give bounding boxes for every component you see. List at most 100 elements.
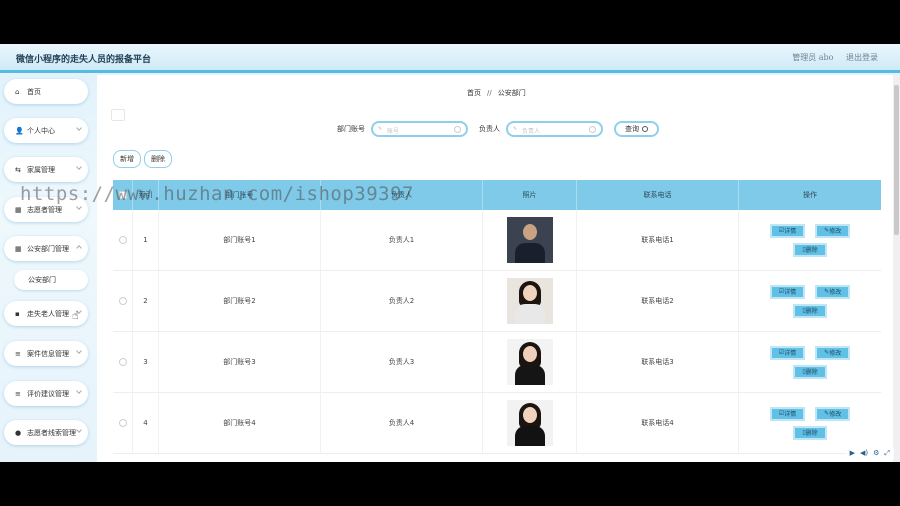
logout-link[interactable]: 退出登录 — [846, 53, 878, 62]
chevron-down-icon — [76, 348, 82, 354]
volume-icon[interactable]: ◀) — [860, 449, 868, 457]
account-search-input[interactable]: ✎ 账号 — [371, 121, 468, 137]
app-screen: 微信小程序的走失人员的报备平台 管理员 abo 退出登录 ⌂ 首页 👤 个人中心… — [0, 44, 900, 462]
sidebar-item-label: 个人中心 — [27, 126, 55, 135]
chevron-down-icon — [76, 388, 82, 394]
manager-photo — [506, 217, 553, 263]
briefcase-icon: ▪ — [15, 309, 20, 318]
list-icon: ≡ — [15, 349, 21, 358]
row-index: 2 — [133, 271, 159, 331]
detail-label: 详情 — [784, 411, 797, 418]
detail-button[interactable]: ☑ 详情 — [769, 223, 806, 238]
row-ops: ☑ 详情 ✎ 修改 ▯ 删除 — [739, 210, 881, 270]
row-phone: 联系电话2 — [577, 271, 739, 331]
video-player-controls: ▶ ◀) ⚙ ⤢ — [845, 447, 894, 459]
edit-button[interactable]: ✎ 修改 — [815, 223, 851, 238]
image-placeholder-icon — [111, 109, 125, 121]
header-right: 管理员 abo 退出登录 — [782, 52, 878, 63]
row-account: 部门账号1 — [159, 210, 321, 270]
table-row: 3 部门账号3 负责人3 联系电话3 ☑ 详情 ✎ 修改 ▯ 删除 — [113, 332, 881, 393]
sidebar-item-clues[interactable]: ● 志愿者线索管理 — [4, 420, 88, 445]
sidebar-item-case[interactable]: ≡ 案件信息管理 — [4, 341, 88, 366]
query-button[interactable]: 查询 — [614, 121, 659, 137]
home-icon: ⌂ — [15, 87, 20, 96]
chevron-down-icon — [76, 125, 82, 131]
edit-button[interactable]: ✎ 修改 — [815, 284, 851, 299]
manager-search-input[interactable]: ✎ 负责人 — [506, 121, 603, 137]
manager-photo — [506, 339, 553, 385]
play-icon[interactable]: ▶ — [850, 449, 855, 457]
sidebar-item-feedback[interactable]: ≡ 评价建议管理 — [4, 381, 88, 406]
settings-icon[interactable]: ⚙ — [873, 449, 879, 457]
row-checkbox[interactable] — [118, 419, 127, 427]
row-select-cell — [113, 210, 133, 270]
grid-icon: ▦ — [15, 205, 22, 214]
breadcrumb-home[interactable]: 首页 — [467, 89, 481, 97]
sidebar-item-police[interactable]: ▦ 公安部门管理 — [4, 236, 88, 261]
edit-button[interactable]: ✎ 修改 — [815, 406, 851, 421]
chevron-up-icon — [76, 245, 82, 251]
fullscreen-icon[interactable]: ⤢ — [884, 449, 890, 458]
edit-label: 修改 — [829, 411, 842, 418]
watermark-text: https://www.huzhan.com/ishop39397 — [20, 183, 414, 205]
detail-label: 详情 — [784, 289, 797, 296]
row-checkbox[interactable] — [118, 358, 127, 366]
row-checkbox[interactable] — [118, 236, 127, 244]
breadcrumb-current: 公安部门 — [497, 89, 526, 97]
list-icon: ≡ — [15, 389, 21, 398]
breadcrumb-separator: // — [487, 89, 492, 97]
scroll-thumb[interactable] — [894, 85, 899, 235]
account-placeholder: 账号 — [387, 128, 400, 135]
row-account: 部门账号2 — [159, 271, 321, 331]
row-ops: ☑ 详情 ✎ 修改 ▯ 删除 — [739, 271, 881, 331]
row-select-cell — [113, 271, 133, 331]
edit-button[interactable]: ✎ 修改 — [815, 345, 851, 360]
detail-button[interactable]: ☑ 详情 — [769, 406, 806, 421]
main-panel: 首页 // 公安部门 部门账号 ✎ 账号 负责人 ✎ 负责人 查询 新增 删除 索引… — [97, 75, 893, 462]
row-phone: 联系电话3 — [577, 332, 739, 392]
row-photo-cell — [483, 210, 577, 270]
sidebar-subitem-police-dept[interactable]: 公安部门 — [14, 270, 88, 290]
sidebar-item-family[interactable]: ⇆ 家属管理 — [4, 157, 88, 182]
edit-label: 修改 — [829, 289, 842, 296]
row-ops: ☑ 详情 ✎ 修改 ▯ 删除 — [739, 393, 881, 453]
sidebar-item-label: 走失老人管理 — [27, 309, 69, 318]
row-phone: 联系电话1 — [577, 210, 739, 270]
bulb-icon: ● — [15, 428, 22, 437]
row-manager: 负责人3 — [321, 332, 483, 392]
row-delete-button[interactable]: ▯ 删除 — [793, 364, 827, 379]
edit-icon: ✎ — [513, 126, 518, 132]
chevron-down-icon — [76, 204, 82, 210]
row-phone: 联系电话4 — [577, 393, 739, 453]
row-select-cell — [113, 393, 133, 453]
search-bar: 部门账号 ✎ 账号 负责人 ✎ 负责人 查询 — [337, 121, 659, 137]
row-delete-label: 删除 — [805, 430, 818, 437]
row-select-cell — [113, 332, 133, 392]
clear-icon[interactable] — [589, 126, 596, 133]
detail-button[interactable]: ☑ 详情 — [769, 345, 806, 360]
row-index: 3 — [133, 332, 159, 392]
clear-icon[interactable] — [454, 126, 461, 133]
admin-user-label[interactable]: 管理员 abo — [792, 53, 833, 62]
detail-button[interactable]: ☑ 详情 — [769, 284, 806, 299]
row-delete-label: 删除 — [805, 369, 818, 376]
account-label: 部门账号 — [337, 125, 365, 133]
manager-photo — [506, 278, 553, 324]
add-button[interactable]: 新增 — [113, 150, 141, 168]
delete-button[interactable]: 删除 — [144, 150, 172, 168]
row-photo-cell — [483, 332, 577, 392]
header-phone: 联系电话 — [577, 180, 739, 210]
sidebar-item-personal[interactable]: 👤 个人中心 — [4, 118, 88, 143]
row-delete-button[interactable]: ▯ 删除 — [793, 425, 827, 440]
breadcrumb: 首页 // 公安部门 — [467, 88, 526, 98]
sidebar-item-home[interactable]: ⌂ 首页 — [4, 79, 88, 104]
row-manager: 负责人2 — [321, 271, 483, 331]
edit-icon: ✎ — [378, 126, 383, 132]
row-checkbox[interactable] — [118, 297, 127, 305]
user-icon: 👤 — [15, 126, 24, 135]
row-account: 部门账号3 — [159, 332, 321, 392]
vertical-scrollbar[interactable] — [893, 75, 900, 462]
row-delete-button[interactable]: ▯ 删除 — [793, 303, 827, 318]
row-delete-button[interactable]: ▯ 删除 — [793, 242, 827, 257]
family-icon: ⇆ — [15, 165, 21, 174]
